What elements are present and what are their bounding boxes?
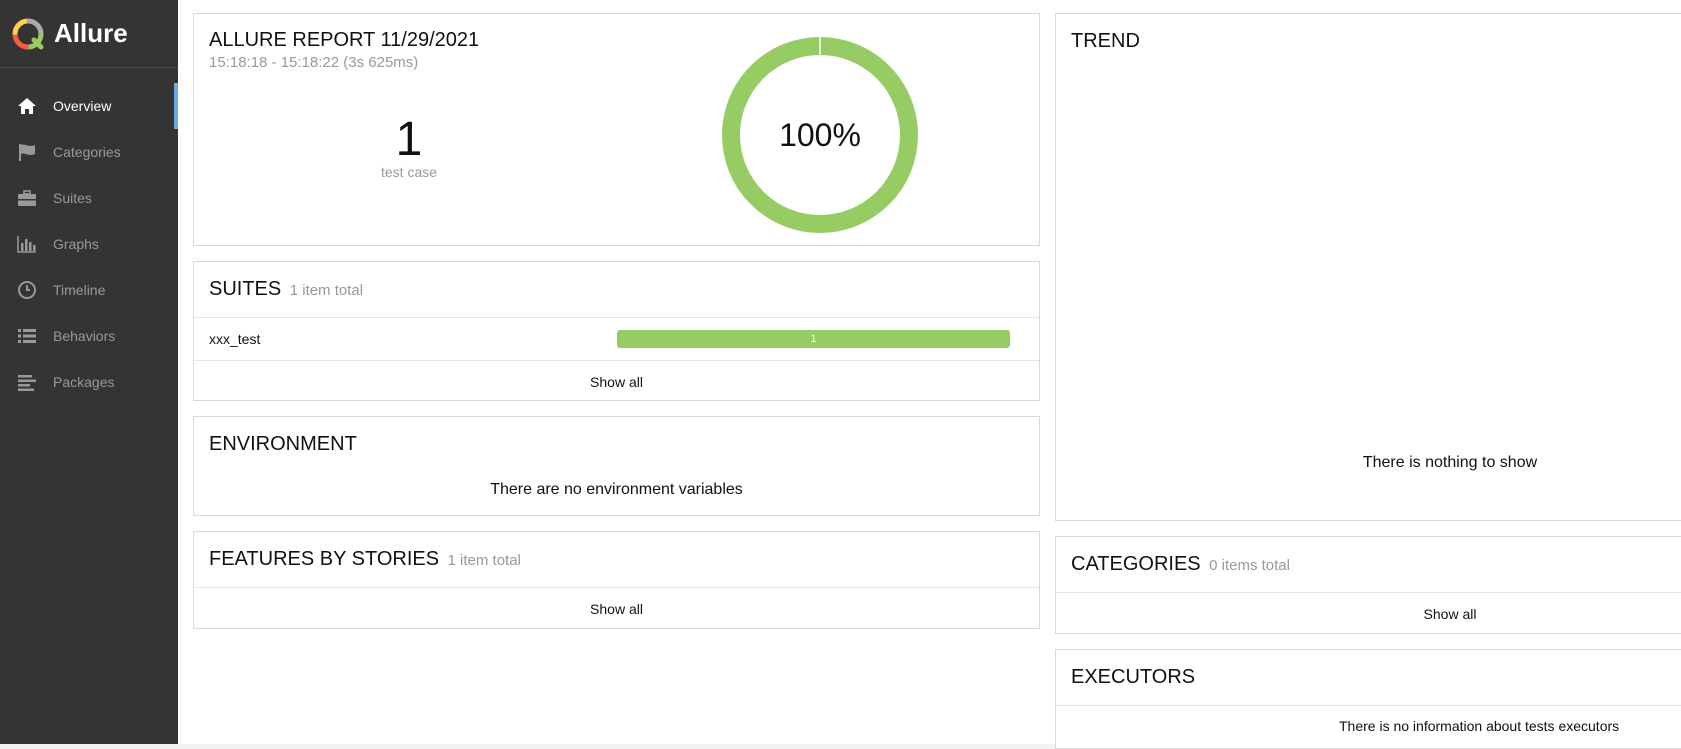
sidebar-item-overview[interactable]: Overview bbox=[0, 83, 178, 129]
sidebar-item-label: Behaviors bbox=[53, 328, 116, 344]
executors-empty-message: There is no information about tests exec… bbox=[1339, 718, 1620, 734]
main-content: ALLURE REPORT 11/29/2021 15:18:18 - 15:1… bbox=[178, 0, 1681, 749]
flag-icon bbox=[16, 141, 38, 163]
suites-count: 1 item total bbox=[289, 282, 364, 299]
sidebar-item-packages[interactable]: Packages bbox=[0, 359, 178, 405]
brand-name: Allure bbox=[54, 18, 128, 48]
sidebar-item-label: Packages bbox=[53, 374, 115, 390]
executors-widget: EXECUTORS There is no information about … bbox=[1055, 649, 1681, 749]
sidebar-item-suites[interactable]: Suites bbox=[0, 175, 178, 221]
sidebar-item-label: Categories bbox=[53, 144, 121, 160]
categories-header: CATEGORIES 0 items total bbox=[1056, 537, 1681, 593]
report-title: ALLURE REPORT 11/29/2021 bbox=[209, 29, 480, 51]
summary-widget: ALLURE REPORT 11/29/2021 15:18:18 - 15:1… bbox=[193, 13, 1040, 246]
categories-widget: CATEGORIES 0 items total Show all bbox=[1055, 536, 1681, 634]
sidebar-item-graphs[interactable]: Graphs bbox=[0, 221, 178, 267]
list-icon bbox=[16, 325, 38, 347]
features-show-all-link[interactable]: Show all bbox=[194, 588, 1039, 629]
briefcase-icon bbox=[16, 187, 38, 209]
sidebar-item-timeline[interactable]: Timeline bbox=[0, 267, 178, 313]
sidebar: Allure Overview Categories Suites Graphs bbox=[0, 0, 178, 744]
sidebar-item-label: Overview bbox=[53, 98, 112, 114]
trend-widget: TREND There is nothing to show bbox=[1055, 13, 1681, 521]
executors-title: EXECUTORS bbox=[1071, 666, 1196, 688]
suite-row[interactable]: xxx_test 1 bbox=[194, 318, 1039, 361]
sidebar-item-behaviors[interactable]: Behaviors bbox=[0, 313, 178, 359]
sidebar-item-categories[interactable]: Categories bbox=[0, 129, 178, 175]
allure-logo-icon bbox=[12, 18, 44, 49]
categories-title: CATEGORIES bbox=[1071, 553, 1201, 575]
clock-icon bbox=[16, 279, 38, 301]
trend-title: TREND bbox=[1071, 30, 1140, 52]
features-header: FEATURES BY STORIES 1 item total bbox=[194, 532, 1039, 588]
environment-empty-message: There are no environment variables bbox=[490, 481, 743, 498]
suite-name: xxx_test bbox=[209, 331, 261, 347]
test-case-label: test case bbox=[380, 164, 438, 180]
trend-empty-message: There is nothing to show bbox=[1362, 454, 1538, 471]
suites-header: SUITES 1 item total bbox=[194, 262, 1039, 318]
bar-chart-icon bbox=[16, 233, 38, 255]
environment-title: ENVIRONMENT bbox=[209, 433, 357, 455]
sidebar-item-label: Timeline bbox=[53, 282, 106, 298]
categories-show-all-link[interactable]: Show all bbox=[1056, 593, 1681, 634]
report-time: 15:18:18 - 15:18:22 (3s 625ms) bbox=[209, 54, 419, 71]
suites-widget: SUITES 1 item total xxx_test 1 Show all bbox=[193, 261, 1040, 401]
suites-show-all-link[interactable]: Show all bbox=[194, 361, 1039, 402]
sidebar-item-label: Suites bbox=[53, 190, 92, 206]
home-icon bbox=[16, 95, 38, 117]
features-count: 1 item total bbox=[447, 552, 521, 569]
features-widget: FEATURES BY STORIES 1 item total Show al… bbox=[193, 531, 1040, 629]
executors-header: EXECUTORS bbox=[1056, 650, 1681, 706]
sidebar-item-label: Graphs bbox=[53, 236, 99, 252]
trend-header: TREND bbox=[1056, 14, 1681, 70]
categories-count: 0 items total bbox=[1209, 557, 1290, 574]
brand[interactable]: Allure bbox=[0, 0, 178, 68]
donut-percent-label: 100% bbox=[779, 116, 861, 153]
suite-status-bar: 1 bbox=[617, 330, 1010, 348]
suites-title: SUITES bbox=[209, 278, 282, 300]
features-title: FEATURES BY STORIES bbox=[209, 548, 440, 570]
sidebar-nav: Overview Categories Suites Graphs Timeli… bbox=[0, 68, 178, 405]
align-left-icon bbox=[16, 371, 38, 393]
test-case-count: 1 bbox=[395, 113, 423, 166]
environment-widget: ENVIRONMENT There are no environment var… bbox=[193, 416, 1040, 516]
environment-header: ENVIRONMENT bbox=[194, 417, 1039, 469]
